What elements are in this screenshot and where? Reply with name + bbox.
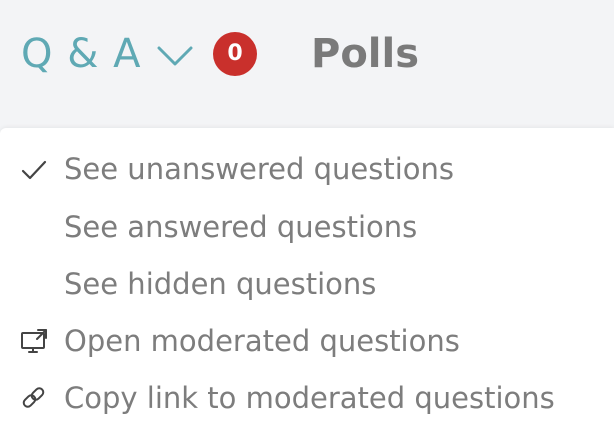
- menu-item-label: Open moderated questions: [64, 324, 460, 358]
- link-icon: [19, 384, 49, 412]
- menu-item-copy-link[interactable]: Copy link to moderated questions: [0, 371, 614, 425]
- menu-item-see-unanswered[interactable]: See unanswered questions: [0, 142, 614, 196]
- tab-qa-dropdown[interactable]: Q & A: [21, 28, 193, 80]
- tab-polls[interactable]: Polls: [311, 28, 419, 80]
- tab-qa-label: Q & A: [21, 31, 142, 77]
- top-bar: Q & A 0 Polls: [0, 0, 614, 128]
- menu-item-see-hidden[interactable]: See hidden questions: [0, 257, 614, 311]
- qa-count-badge: 0: [213, 32, 257, 76]
- qa-dropdown-menu: See unanswered questions See answered qu…: [0, 128, 614, 432]
- menu-item-label: Copy link to moderated questions: [64, 381, 555, 415]
- menu-item-see-answered[interactable]: See answered questions: [0, 200, 614, 254]
- chevron-down-icon: [157, 44, 193, 68]
- open-in-window-icon: [19, 327, 49, 355]
- menu-item-label: See answered questions: [64, 210, 418, 244]
- menu-item-label: See unanswered questions: [64, 152, 455, 186]
- menu-item-open-moderated[interactable]: Open moderated questions: [0, 314, 614, 368]
- menu-item-label: See hidden questions: [64, 267, 377, 301]
- checkmark-icon: [19, 155, 49, 183]
